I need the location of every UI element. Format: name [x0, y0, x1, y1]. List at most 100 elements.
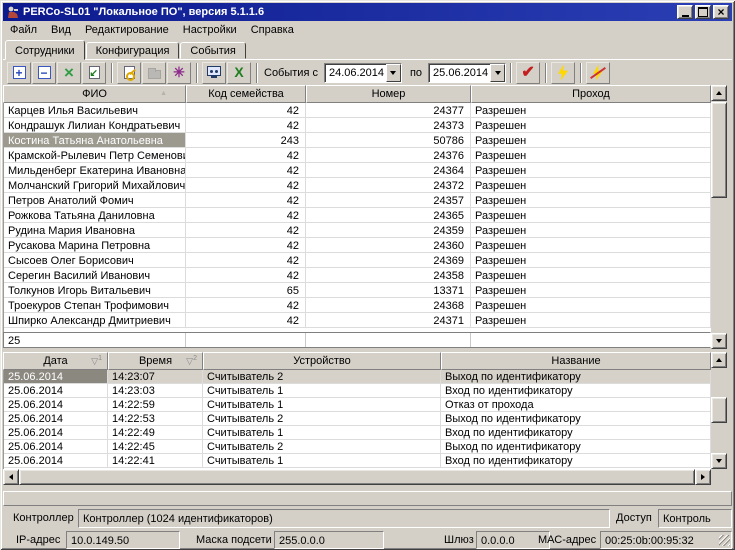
cell-date: 25.06.2014: [4, 454, 108, 467]
resize-grip[interactable]: [719, 535, 730, 546]
cell-number: 24368: [306, 298, 471, 312]
col-header-fio[interactable]: ФИО ▲: [3, 85, 186, 103]
cell-fio: Рудина Мария Ивановна: [4, 223, 186, 237]
menu-edit[interactable]: Редактирование: [78, 22, 176, 38]
menu-file[interactable]: Файл: [3, 22, 44, 38]
window-title: PERCo-SL01 "Локальное ПО", версия 5.1.1.…: [23, 6, 677, 18]
col-header-number[interactable]: Номер: [306, 85, 471, 103]
event-row[interactable]: 25.06.201414:22:49Считыватель 1Вход по и…: [4, 426, 711, 440]
employee-row[interactable]: Кондрашук Лилиан Кондратьевич4224373Разр…: [4, 118, 711, 133]
menu-view[interactable]: Вид: [44, 22, 78, 38]
col-header-name[interactable]: Название: [441, 352, 711, 370]
green-x-icon: ×: [64, 65, 74, 81]
scroll-up-button[interactable]: [711, 352, 727, 368]
employee-row[interactable]: Рожкова Татьяна Даниловна4224365Разрешен: [4, 208, 711, 223]
employee-row[interactable]: Шпирко Александр Дмитриевич4224371Разреш…: [4, 313, 711, 328]
cell-family_code: 42: [186, 208, 306, 222]
excel-x-icon: X: [234, 66, 243, 79]
cell-family_code: 243: [186, 133, 306, 147]
scrollbar-thumb[interactable]: [19, 469, 695, 485]
cell-number: 24371: [306, 313, 471, 327]
minimize-button[interactable]: [677, 5, 693, 19]
scroll-left-button[interactable]: [3, 469, 19, 485]
start-polling-button[interactable]: [551, 62, 575, 84]
employee-row[interactable]: Костина Татьяна Анатольевна24350786Разре…: [4, 133, 711, 148]
event-row[interactable]: 25.06.201414:22:59Считыватель 1Отказ от …: [4, 398, 711, 412]
format-access-button[interactable]: ✳: [167, 62, 191, 84]
col-header-access[interactable]: Проход: [471, 85, 711, 103]
cell-access: Разрешен: [471, 193, 711, 207]
event-row[interactable]: 25.06.201414:22:53Считыватель 2Выход по …: [4, 412, 711, 426]
employee-row[interactable]: Троекуров Степан Трофимович4224368Разреш…: [4, 298, 711, 313]
add-employee-button[interactable]: +: [7, 62, 31, 84]
cell-number: 24364: [306, 163, 471, 177]
scrollbar-thumb[interactable]: [711, 102, 727, 198]
col-header-time[interactable]: Время ▽2: [108, 352, 203, 370]
title-bar[interactable]: PERCo-SL01 "Локальное ПО", версия 5.1.1.…: [3, 3, 732, 21]
event-row[interactable]: 25.06.201414:22:41Считыватель 1Вход по и…: [4, 454, 711, 468]
cell-access: Разрешен: [471, 238, 711, 252]
apply-filter-button[interactable]: ✔: [516, 62, 540, 84]
employee-row[interactable]: Молчанский Григорий Михайлович4224372Раз…: [4, 178, 711, 193]
ip-field: 10.0.149.50: [66, 531, 180, 549]
scroll-right-button[interactable]: [695, 469, 711, 485]
triangle-up-icon: [716, 91, 722, 95]
app-window: PERCo-SL01 "Локальное ПО", версия 5.1.1.…: [0, 0, 735, 550]
cell-device: Считыватель 1: [203, 454, 441, 467]
cell-family_code: 42: [186, 253, 306, 267]
menu-settings[interactable]: Настройки: [176, 22, 244, 38]
menu-help[interactable]: Справка: [244, 22, 301, 38]
date-from-dropdown-button[interactable]: [386, 64, 401, 82]
cell-name: Вход по идентификатору: [441, 454, 711, 467]
card-key-button[interactable]: [117, 62, 141, 84]
edit-document-button[interactable]: ↙: [82, 62, 106, 84]
scroll-up-button[interactable]: [711, 85, 727, 101]
tab-configuration[interactable]: Конфигурация: [86, 42, 180, 59]
event-row[interactable]: 25.06.201414:22:45Считыватель 2Выход по …: [4, 440, 711, 454]
cell-name: Выход по идентификатору: [441, 370, 711, 383]
date-to-dropdown-button[interactable]: [490, 64, 505, 82]
cell-number: 24360: [306, 238, 471, 252]
scrollbar-thumb[interactable]: [711, 397, 727, 423]
cell-fio: Толкунов Игорь Витальевич: [4, 283, 186, 297]
events-horizontal-scrollbar[interactable]: [3, 469, 711, 485]
access-field: Контроль: [658, 509, 732, 528]
col-header-family-code[interactable]: Код семейства: [186, 85, 306, 103]
employee-row[interactable]: Карцев Илья Васильевич4224377Разрешен: [4, 103, 711, 118]
employee-row[interactable]: Серегин Василий Иванович4224358Разрешен: [4, 268, 711, 283]
lightning-icon: [556, 65, 570, 81]
employee-row[interactable]: Толкунов Игорь Витальевич6513371Разрешен: [4, 283, 711, 298]
employee-row[interactable]: Крамской-Рылевич Петр Семенович4224376Ра…: [4, 148, 711, 163]
events-from-label: События с: [264, 67, 318, 79]
clear-list-button[interactable]: ×: [57, 62, 81, 84]
date-to-picker[interactable]: 25.06.2014: [428, 63, 506, 83]
employee-row[interactable]: Русакова Марина Петровна4224360Разрешен: [4, 238, 711, 253]
employee-row[interactable]: Мильденберг Екатерина Ивановна4224364Раз…: [4, 163, 711, 178]
toolbar: +−×↙✳X События с 24.06.2014 по 25.06.201…: [3, 59, 732, 85]
event-row[interactable]: 25.06.201414:23:03Считыватель 1Вход по и…: [4, 384, 711, 398]
cell-family_code: 42: [186, 178, 306, 192]
employee-row[interactable]: Петров Анатолий Фомич4224357Разрешен: [4, 193, 711, 208]
cell-number: 24365: [306, 208, 471, 222]
event-row[interactable]: 25.06.201414:23:07Считыватель 2Выход по …: [4, 370, 711, 384]
cell-access: Разрешен: [471, 148, 711, 162]
cell-time: 14:22:41: [108, 454, 203, 467]
remove-employee-button[interactable]: −: [32, 62, 56, 84]
employee-row[interactable]: Рудина Мария Ивановна4224359Разрешен: [4, 223, 711, 238]
excel-export-button[interactable]: X: [227, 62, 251, 84]
view-events-button[interactable]: [202, 62, 226, 84]
tab-events[interactable]: События: [180, 42, 245, 59]
cell-fio: Серегин Василий Иванович: [4, 268, 186, 282]
tab-employees[interactable]: Сотрудники: [5, 40, 85, 60]
col-header-date[interactable]: Дата ▽1: [3, 352, 108, 370]
date-from-picker[interactable]: 24.06.2014: [324, 63, 402, 83]
employee-row[interactable]: Сысоев Олег Борисович4224369Разрешен: [4, 253, 711, 268]
cell-name: Выход по идентификатору: [441, 412, 711, 425]
stop-polling-button[interactable]: [586, 62, 610, 84]
maximize-button[interactable]: [695, 5, 711, 19]
col-header-device[interactable]: Устройство: [203, 352, 441, 370]
cell-access: Разрешен: [471, 223, 711, 237]
scroll-down-button[interactable]: [711, 453, 727, 469]
close-button[interactable]: ×: [713, 5, 729, 19]
scroll-down-button[interactable]: [711, 333, 727, 349]
